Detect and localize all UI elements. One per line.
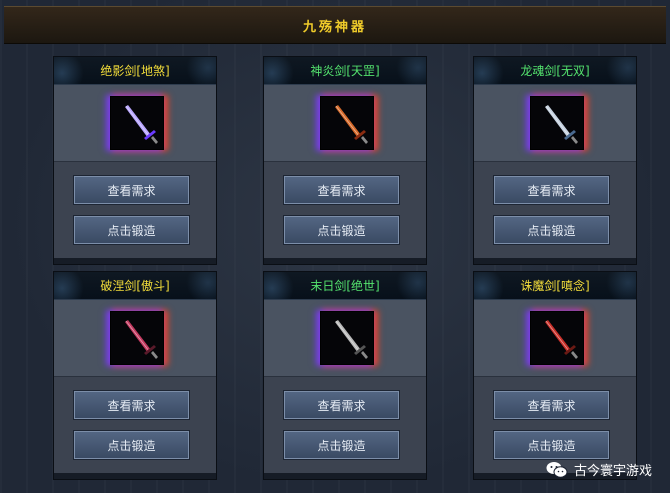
weapon-name: 神炎剑[天罡]: [310, 64, 380, 78]
forge-panel: 九殇神器 绝影剑[地煞] 查看需求 点击锻造 神炎剑[天罡] 查看需求 点击锻造…: [0, 0, 670, 493]
sword-icon: [530, 311, 584, 365]
view-requirements-button[interactable]: 查看需求: [284, 391, 399, 419]
title-bar: 九殇神器: [4, 6, 666, 44]
forge-button[interactable]: 点击锻造: [284, 216, 399, 244]
forge-button[interactable]: 点击锻造: [284, 431, 399, 459]
card-header: 末日剑[绝世]: [264, 272, 426, 300]
view-requirements-button[interactable]: 查看需求: [74, 391, 189, 419]
page-title: 九殇神器: [302, 19, 367, 35]
weapon-card: 绝影剑[地煞] 查看需求 点击锻造: [53, 56, 217, 265]
weapon-card: 破涅剑[傲斗] 查看需求 点击锻造: [53, 271, 217, 480]
weapon-name: 诛魔剑[嗔念]: [520, 279, 590, 293]
card-header: 破涅剑[傲斗]: [54, 272, 216, 300]
weapon-name: 末日剑[绝世]: [310, 279, 380, 293]
wechat-icon: [546, 461, 568, 479]
sword-icon: [110, 311, 164, 365]
forge-button[interactable]: 点击锻造: [74, 216, 189, 244]
view-requirements-button[interactable]: 查看需求: [494, 176, 609, 204]
card-header: 神炎剑[天罡]: [264, 57, 426, 85]
sword-icon: [530, 96, 584, 150]
weapon-name: 绝影剑[地煞]: [100, 64, 170, 78]
sword-icon: [110, 96, 164, 150]
weapon-card: 诛魔剑[嗔念] 查看需求 点击锻造: [473, 271, 637, 480]
forge-button[interactable]: 点击锻造: [494, 216, 609, 244]
weapon-card: 龙魂剑[无双] 查看需求 点击锻造: [473, 56, 637, 265]
weapon-card: 神炎剑[天罡] 查看需求 点击锻造: [263, 56, 427, 265]
view-requirements-button[interactable]: 查看需求: [74, 176, 189, 204]
view-requirements-button[interactable]: 查看需求: [284, 176, 399, 204]
watermark-text: 古今寰宇游戏: [573, 464, 652, 479]
sword-icon: [320, 311, 374, 365]
weapon-name: 龙魂剑[无双]: [520, 64, 590, 78]
card-header: 诛魔剑[嗔念]: [474, 272, 636, 300]
forge-button[interactable]: 点击锻造: [74, 431, 189, 459]
card-header: 绝影剑[地煞]: [54, 57, 216, 85]
weapon-card: 末日剑[绝世] 查看需求 点击锻造: [263, 271, 427, 480]
card-header: 龙魂剑[无双]: [474, 57, 636, 85]
view-requirements-button[interactable]: 查看需求: [494, 391, 609, 419]
weapon-name: 破涅剑[傲斗]: [100, 279, 170, 293]
watermark: 古今寰宇游戏: [546, 460, 652, 479]
forge-button[interactable]: 点击锻造: [494, 431, 609, 459]
sword-icon: [320, 96, 374, 150]
